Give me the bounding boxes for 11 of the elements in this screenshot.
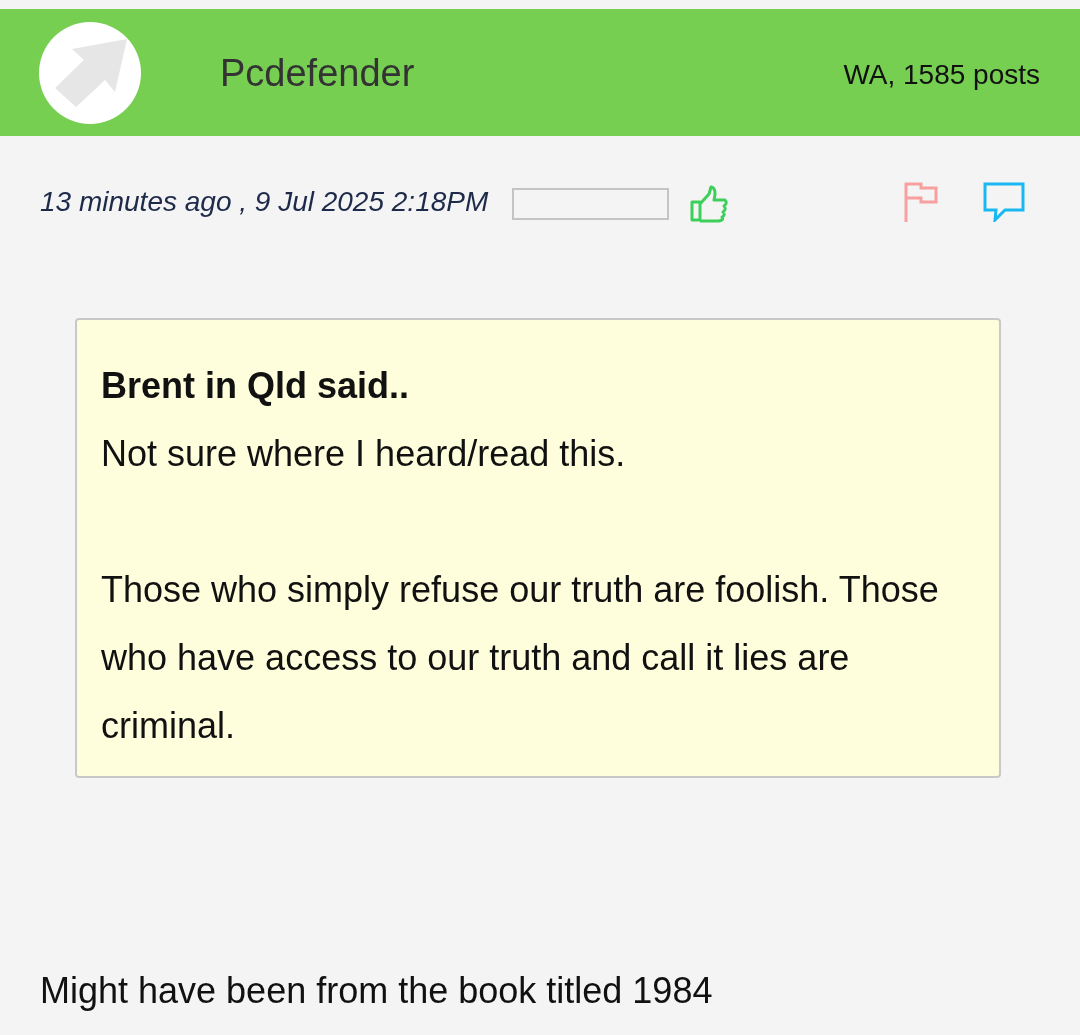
timestamp: 13 minutes ago , 9 Jul 2025 2:18PM [40,185,489,219]
quote-paragraph: Those who simply refuse our truth are foolish. Those who have access to our truth and call it lies are criminal. [101,568,940,748]
thumbs-up-icon[interactable] [689,184,730,224]
avatar-icon [39,22,141,124]
quote-author: Brent in Qld said.. [101,364,411,408]
flag-icon[interactable] [903,182,939,222]
post-text: Might have been from the book titled 1984 [40,969,714,1013]
quote-paragraph: Not sure where I heard/read this. [101,432,627,476]
user-meta: WA, 1585 posts [843,58,1040,92]
comment-icon[interactable] [983,182,1025,222]
username[interactable]: Pcdefender [220,45,415,102]
